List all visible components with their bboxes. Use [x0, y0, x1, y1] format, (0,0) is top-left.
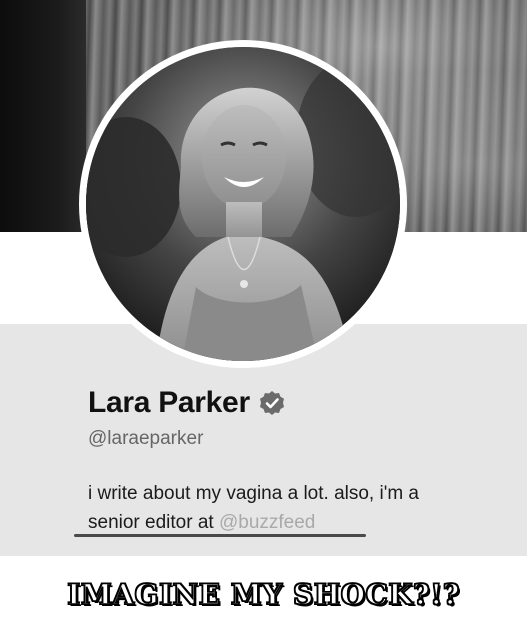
profile-handle[interactable]: @laraeparker	[88, 428, 203, 450]
banner-dark-edge	[0, 0, 86, 232]
display-name[interactable]: Lara Parker	[88, 386, 250, 420]
verified-badge-icon	[258, 389, 286, 417]
avatar-photo	[86, 47, 400, 361]
bio-line-1: i write about my vagina a lot. also, i'm…	[88, 483, 419, 504]
name-row: Lara Parker	[88, 386, 286, 420]
avatar[interactable]	[86, 47, 400, 361]
bio-line-2: senior editor at @buzzfeed	[88, 508, 508, 537]
profile-screenshot: Lara Parker @laraeparker i write about m…	[0, 0, 527, 631]
bio-highlight-underline	[74, 534, 366, 537]
profile-bio: i write about my vagina a lot. also, i'm…	[88, 479, 508, 537]
meme-caption: IMAGINE MY SHOCK?!?	[66, 577, 460, 612]
bio-mention-link[interactable]: @buzzfeed	[219, 512, 315, 533]
bio-line-2-text: senior editor at	[88, 512, 219, 533]
